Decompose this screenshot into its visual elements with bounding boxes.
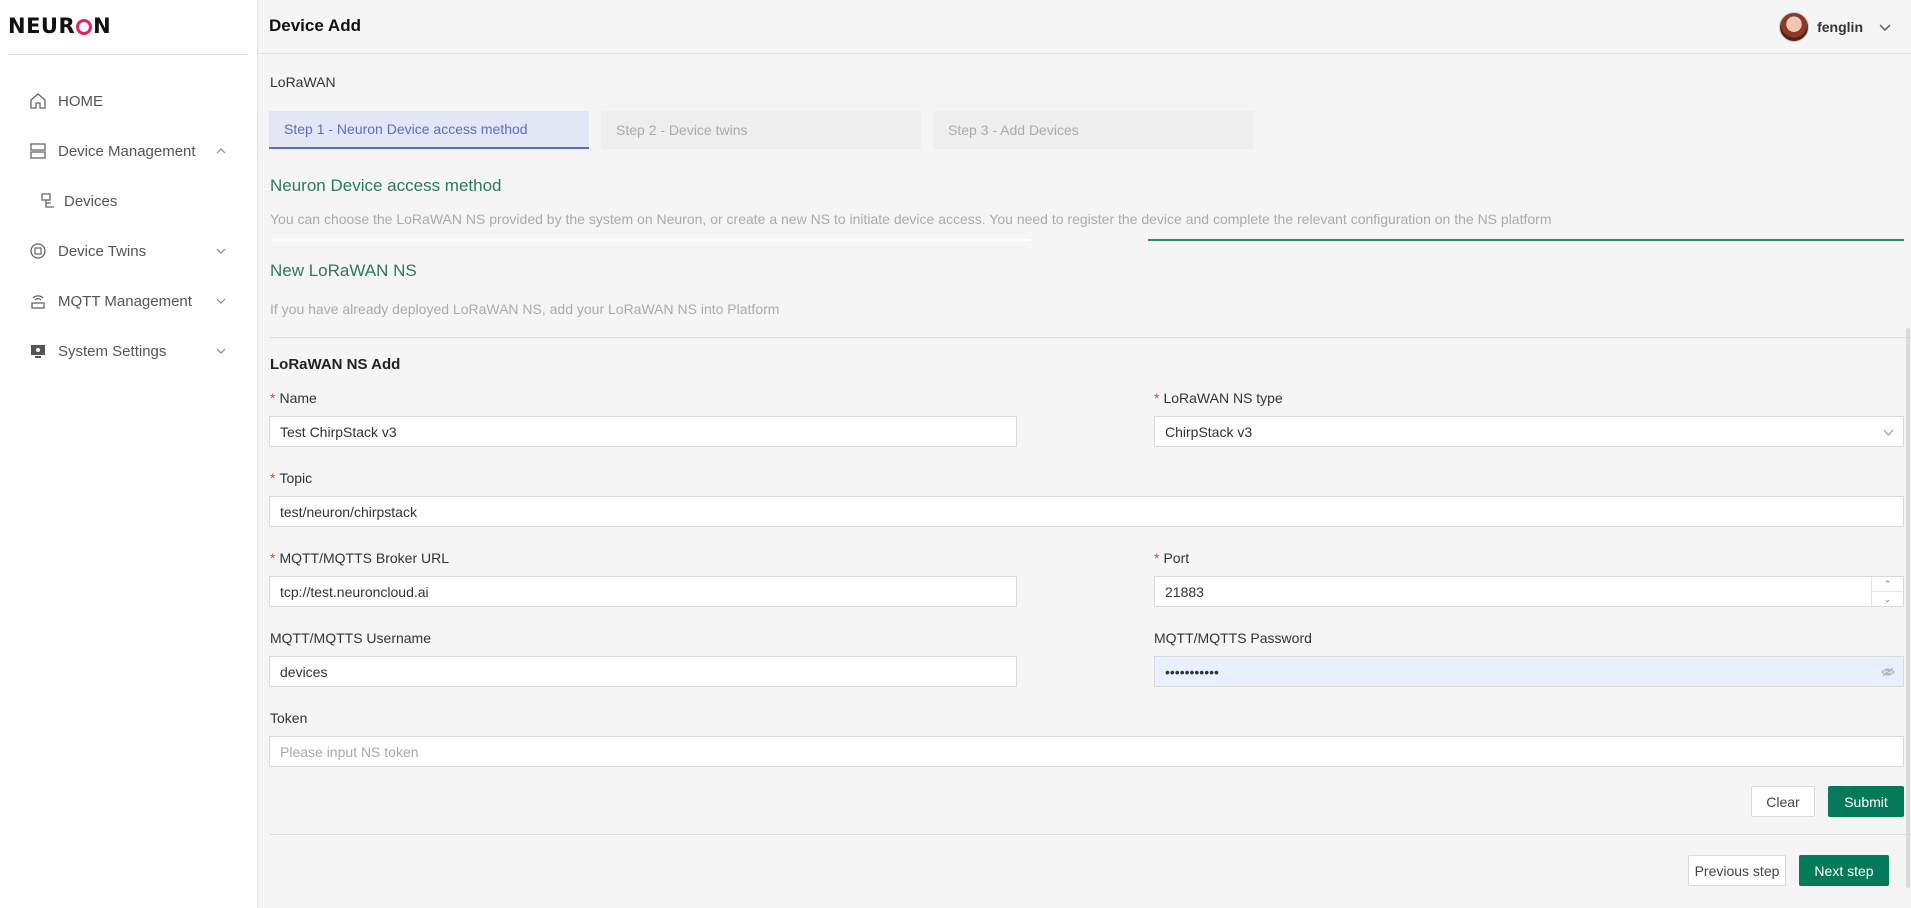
topic-label: * Topic — [270, 470, 312, 486]
step-3-tab[interactable]: Step 3 - Add Devices — [933, 111, 1253, 149]
required-mark: * — [270, 470, 276, 486]
access-method-title: Neuron Device access method — [270, 176, 502, 195]
broker-url-label: * MQTT/MQTTS Broker URL — [270, 550, 449, 566]
port-input[interactable]: 21883 ⌃ ⌄ — [1154, 576, 1904, 607]
sidebar-item-home[interactable]: HOME — [0, 86, 258, 116]
port-value: 21883 — [1165, 583, 1204, 600]
chevron-down-icon — [215, 345, 227, 357]
logo-o-icon — [76, 19, 93, 35]
server-icon — [28, 141, 48, 161]
name-input[interactable]: Test ChirpStack v3 — [269, 416, 1017, 447]
password-input[interactable]: ••••••••••• — [1154, 656, 1904, 687]
required-mark: * — [270, 550, 276, 566]
mqtt-icon — [28, 291, 48, 311]
sidebar-item-label: MQTT Management — [58, 292, 192, 310]
step-2-tab[interactable]: Step 2 - Device twins — [601, 111, 921, 149]
page-title: Device Add — [269, 16, 361, 35]
sidebar-item-devices[interactable]: Devices — [0, 186, 258, 216]
broker-url-input[interactable]: tcp://test.neuroncloud.ai — [269, 576, 1017, 607]
sidebar-item-label: Device Twins — [58, 242, 147, 260]
sidebar-item-device-twins[interactable]: Device Twins — [0, 236, 258, 266]
port-label: * Port — [1154, 550, 1189, 566]
sidebar-item-device-management[interactable]: Device Management — [0, 136, 258, 166]
neuron-logo[interactable]: NEUR N — [8, 14, 111, 38]
topic-label-text: Topic — [279, 470, 313, 486]
chevron-down-icon — [215, 245, 227, 257]
username-label: MQTT/MQTTS Username — [270, 630, 432, 646]
name-label-text: Name — [279, 390, 317, 406]
decrement-icon[interactable]: ⌄ — [1872, 592, 1903, 606]
logo-text-right: N — [93, 14, 112, 38]
step-1-tab[interactable]: Step 1 - Neuron Device access method — [269, 111, 589, 149]
sidebar-item-label: Devices — [64, 192, 118, 210]
form-title: LoRaWAN NS Add — [270, 356, 401, 373]
chevron-down-icon[interactable] — [1879, 18, 1891, 36]
selected-option-underline — [1148, 239, 1904, 241]
sidebar-item-label: Device Management — [58, 142, 196, 160]
username-input[interactable]: devices — [269, 656, 1017, 687]
sidebar-item-mqtt-management[interactable]: MQTT Management — [0, 286, 258, 316]
ns-type-select[interactable]: ChirpStack v3 — [1154, 416, 1904, 447]
next-step-button[interactable]: Next step — [1799, 855, 1889, 886]
topic-input[interactable]: test/neuron/chirpstack — [269, 496, 1904, 527]
monitor-icon — [28, 341, 48, 361]
eye-invisible-icon[interactable] — [1881, 665, 1895, 679]
user-menu[interactable]: fenglin — [1779, 12, 1891, 42]
main-content: LoRaWAN Step 1 - Neuron Device access me… — [258, 54, 1911, 908]
required-mark: * — [270, 390, 276, 406]
devices-icon — [38, 191, 58, 211]
option-underline — [270, 239, 1030, 241]
divider — [270, 834, 1911, 835]
twins-icon — [28, 241, 48, 261]
port-stepper[interactable]: ⌃ ⌄ — [1871, 577, 1903, 606]
avatar[interactable] — [1779, 12, 1810, 42]
password-value: ••••••••••• — [1165, 663, 1219, 680]
previous-step-button[interactable]: Previous step — [1688, 855, 1786, 886]
submit-button[interactable]: Submit — [1828, 786, 1904, 817]
scrollbar[interactable] — [1906, 328, 1910, 888]
required-mark: * — [1154, 390, 1160, 406]
new-ns-title: New LoRaWAN NS — [270, 261, 417, 280]
port-label-text: Port — [1163, 550, 1190, 566]
token-label: Token — [270, 710, 308, 726]
chevron-down-icon — [1881, 425, 1895, 439]
name-label: * Name — [270, 390, 317, 406]
new-ns-description: If you have already deployed LoRaWAN NS,… — [270, 301, 780, 317]
required-mark: * — [1154, 550, 1160, 566]
chevron-up-icon — [215, 145, 227, 157]
ns-type-label-text: LoRaWAN NS type — [1163, 390, 1283, 406]
clear-button[interactable]: Clear — [1751, 786, 1815, 817]
password-label: MQTT/MQTTS Password — [1154, 630, 1312, 646]
user-name[interactable]: fenglin — [1817, 19, 1863, 35]
top-header: Device Add fenglin — [258, 0, 1911, 54]
ns-type-value: ChirpStack v3 — [1165, 423, 1253, 440]
sidebar-divider — [8, 54, 247, 55]
sidebar-item-label: HOME — [58, 92, 103, 110]
protocol-label: LoRaWAN — [270, 74, 336, 90]
logo-text-left: NEUR — [8, 14, 76, 38]
sidebar: NEUR N HOME Device Management Devices Dev… — [0, 0, 258, 908]
home-icon — [28, 91, 48, 111]
sidebar-item-label: System Settings — [58, 342, 167, 360]
token-input[interactable]: Please input NS token — [269, 736, 1904, 767]
access-method-description: You can choose the LoRaWAN NS provided b… — [270, 211, 1552, 227]
sidebar-item-system-settings[interactable]: System Settings — [0, 336, 258, 366]
increment-icon[interactable]: ⌃ — [1872, 577, 1903, 592]
broker-url-label-text: MQTT/MQTTS Broker URL — [279, 550, 450, 566]
chevron-down-icon — [215, 295, 227, 307]
divider — [270, 337, 1911, 338]
ns-type-label: * LoRaWAN NS type — [1154, 390, 1283, 406]
